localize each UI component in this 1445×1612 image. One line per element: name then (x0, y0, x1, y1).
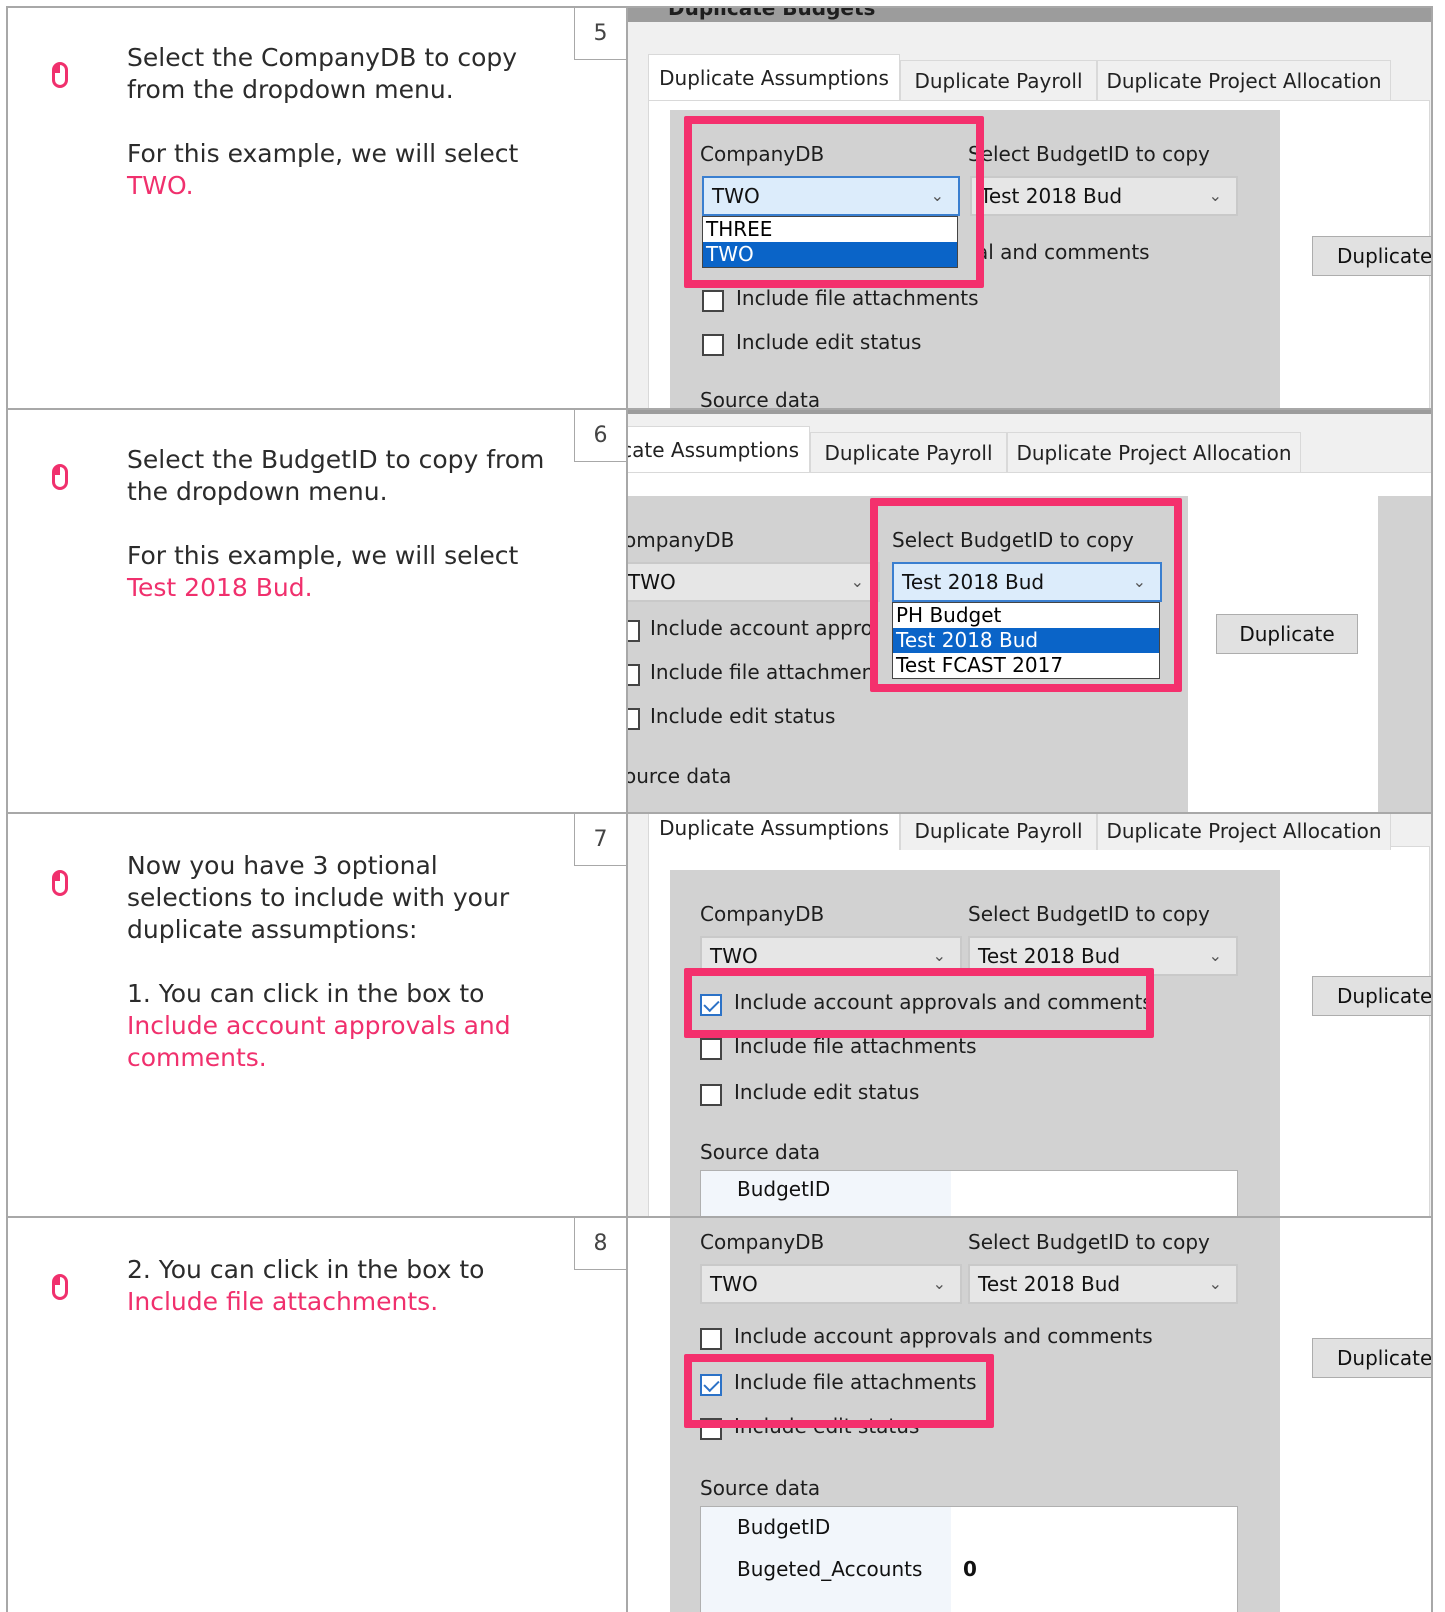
companydb-label: CompanyDB (700, 902, 825, 926)
duplicate-button[interactable]: Duplicate (1312, 976, 1431, 1016)
example-highlight: Include account approvals and comments. (127, 1011, 511, 1072)
tab-duplicate-project-allocation[interactable]: Duplicate Project Allocation (1097, 60, 1391, 100)
include-files-checkbox[interactable] (702, 290, 724, 312)
budget-value: Test 2018 Bud (980, 184, 1123, 208)
duplicate-button[interactable]: Duplicate (1216, 614, 1358, 654)
tab-duplicate-payroll[interactable]: Duplicate Payroll (900, 60, 1097, 100)
instruction-example: For this example, we will select TWO. (127, 138, 557, 202)
screenshot-step-8: CompanyDB Select BudgetID to copy TWO ⌄ T… (628, 1218, 1431, 1612)
tab-duplicate-assumptions[interactable]: Duplicate Assumptions (648, 814, 900, 850)
instruction-example: 1. You can click in the box to Include a… (127, 978, 557, 1074)
source-data-grid[interactable]: BudgetID (700, 1170, 1238, 1216)
step-instructions: Now you have 3 optional selections to in… (127, 850, 557, 1106)
example-prefix: 2. You can click in the box to (127, 1255, 485, 1284)
highlight-box (870, 498, 1182, 692)
include-edit-status-label: Include edit status (736, 330, 922, 354)
source-data-label: ource data (628, 764, 732, 788)
step-instructions: 2. You can click in the box to Include f… (127, 1254, 557, 1350)
source-data-grid[interactable]: BudgetID Bugeted_Accounts 0 (700, 1506, 1238, 1612)
instruction-text: Now you have 3 optional selections to in… (127, 851, 510, 944)
instruction-example: For this example, we will select Test 20… (127, 540, 557, 604)
grid-budgetid: BudgetID (737, 1515, 831, 1539)
companydb-dropdown[interactable]: TWO ⌄ (700, 1264, 962, 1304)
mouse-icon (52, 870, 68, 896)
include-edit-status-checkbox[interactable] (702, 334, 724, 356)
budget-value: Test 2018 Bud (978, 1272, 1121, 1296)
example-highlight: Test 2018 Bud. (127, 573, 313, 602)
include-files-label: Include file attachments (736, 286, 979, 310)
tab-duplicate-project-allocation[interactable]: Duplicate Project Allocation (1007, 432, 1301, 472)
chevron-down-icon: ⌄ (1208, 1274, 1222, 1293)
grid-budgetid: BudgetID (737, 1177, 831, 1201)
example-highlight: Include file attachments. (127, 1287, 439, 1316)
step-number: 8 (574, 1218, 626, 1270)
chevron-down-icon: ⌄ (850, 572, 864, 591)
chevron-down-icon: ⌄ (932, 946, 946, 965)
example-prefix: For this example, we will select (127, 139, 519, 168)
companydb-value: TWO (710, 944, 758, 968)
budget-label: Select BudgetID to copy (968, 142, 1210, 166)
window-title: Duplicate Budgets (668, 8, 876, 20)
tab-duplicate-project-allocation[interactable]: Duplicate Project Allocation (1097, 814, 1391, 850)
example-highlight: TWO. (127, 171, 194, 200)
title-bar-edge (628, 410, 1431, 414)
budget-dropdown[interactable]: Test 2018 Bud ⌄ (970, 176, 1238, 216)
tab-duplicate-payroll[interactable]: Duplicate Payroll (810, 432, 1007, 472)
budget-dropdown[interactable]: Test 2018 Bud ⌄ (968, 1264, 1238, 1304)
budget-label: Select BudgetID to copy (968, 1230, 1210, 1254)
side-group (1378, 496, 1431, 812)
budget-label: Select BudgetID to copy (968, 902, 1210, 926)
budget-value: Test 2018 Bud (978, 944, 1121, 968)
include-edit-status-label: Include edit status (650, 704, 836, 728)
include-approvals-checkbox[interactable] (700, 1328, 722, 1350)
chevron-down-icon: ⌄ (1208, 946, 1222, 965)
instruction-text: Select the BudgetID to copy from the dro… (127, 445, 545, 506)
companydb-value: TWO (628, 570, 676, 594)
include-edit-status-label: Include edit status (734, 1080, 920, 1104)
step-instructions: Select the CompanyDB to copy from the dr… (127, 42, 557, 234)
screenshot-step-5: Duplicate Budgets Duplicate Assumptions … (628, 8, 1431, 408)
screenshot-step-6: icate Assumptions Duplicate Payroll Dupl… (628, 410, 1431, 812)
highlight-box (684, 1354, 994, 1428)
tab-duplicate-payroll[interactable]: Duplicate Payroll (900, 814, 1097, 850)
companydb-dropdown[interactable]: TWO ⌄ (628, 562, 880, 602)
duplicate-button[interactable]: Duplicate (1312, 1338, 1431, 1378)
duplicate-button[interactable]: Duplicate (1312, 236, 1431, 276)
screenshot-step-7: Duplicate Assumptions Duplicate Payroll … (628, 814, 1431, 1216)
chevron-down-icon: ⌄ (932, 1274, 946, 1293)
step-number: 7 (574, 814, 626, 866)
step-instructions: Select the BudgetID to copy from the dro… (127, 444, 557, 636)
companydb-value: TWO (710, 1272, 758, 1296)
highlight-box (684, 116, 984, 288)
companydb-label: ompanyDB (628, 528, 735, 552)
include-approvals-checkbox[interactable] (628, 620, 640, 642)
step-number: 6 (574, 410, 626, 462)
include-edit-status-checkbox[interactable] (628, 708, 640, 730)
mouse-icon (52, 62, 68, 88)
instruction-example: 2. You can click in the box to Include f… (127, 1254, 557, 1318)
include-approvals-label: Include account appro (650, 616, 873, 640)
include-edit-status-checkbox[interactable] (700, 1084, 722, 1106)
include-files-label: Include file attachmen (650, 660, 875, 684)
step-number: 5 (574, 8, 626, 60)
include-approvals-label: Include account approvals and comments (734, 1324, 1153, 1348)
mouse-icon (52, 464, 68, 490)
chevron-down-icon: ⌄ (1208, 186, 1222, 205)
instruction-text: Select the CompanyDB to copy from the dr… (127, 43, 518, 104)
include-files-checkbox[interactable] (700, 1038, 722, 1060)
highlight-box (684, 968, 1154, 1038)
companydb-label: CompanyDB (700, 1230, 825, 1254)
tab-duplicate-assumptions[interactable]: Duplicate Assumptions (648, 54, 900, 100)
mouse-icon (52, 1274, 68, 1300)
grid-budgeted-accounts: Bugeted_Accounts (737, 1557, 923, 1581)
example-prefix: For this example, we will select (127, 541, 519, 570)
grid-budgeted-accounts-value: 0 (963, 1557, 977, 1581)
source-data-label: Source data (700, 1140, 821, 1164)
source-data-label: Source data (700, 388, 821, 408)
example-prefix: 1. You can click in the box to (127, 979, 485, 1008)
tab-duplicate-assumptions[interactable]: icate Assumptions (628, 426, 810, 472)
source-data-label: Source data (700, 1476, 821, 1500)
include-files-checkbox[interactable] (628, 664, 640, 686)
approvals-label-tail: al and comments (976, 240, 1150, 264)
